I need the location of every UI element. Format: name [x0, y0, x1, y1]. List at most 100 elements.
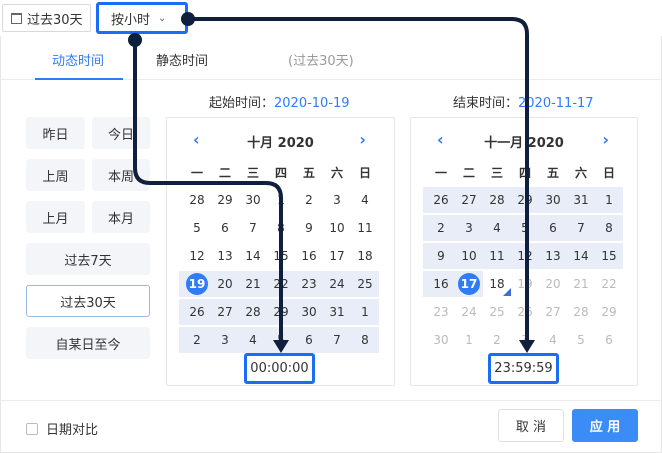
calendar-day[interactable]: 6 [295, 328, 323, 352]
calendar-day[interactable]: 27 [455, 188, 483, 212]
calendar-day[interactable]: 2 [483, 328, 511, 352]
calendar-day[interactable]: 3 [455, 216, 483, 240]
tab-static-time[interactable]: 静态时间 [156, 50, 208, 69]
calendar-day[interactable]: 19 [511, 272, 539, 296]
end-time-field[interactable]: 23:59:59 [488, 353, 559, 384]
calendar-day[interactable]: 28 [483, 188, 511, 212]
calendar-day[interactable]: 3 [511, 328, 539, 352]
calendar-day[interactable]: 15 [267, 244, 295, 268]
calendar-day[interactable]: 3 [211, 328, 239, 352]
calendar-day[interactable]: 29 [267, 300, 295, 324]
calendar-day[interactable]: 1 [351, 300, 379, 324]
calendar-day[interactable]: 6 [595, 328, 623, 352]
calendar-day[interactable]: 31 [323, 300, 351, 324]
calendar-day[interactable]: 6 [539, 216, 567, 240]
calendar-day[interactable]: 4 [483, 216, 511, 240]
calendar-day[interactable]: 17 [455, 272, 483, 296]
calendar-day[interactable]: 14 [567, 244, 595, 268]
tab-dynamic-time[interactable]: 动态时间 [52, 50, 104, 69]
calendar-day[interactable]: 9 [427, 244, 455, 268]
next-month-icon[interactable]: › [602, 132, 609, 148]
calendar-day[interactable]: 23 [427, 300, 455, 324]
calendar-day[interactable]: 4 [351, 188, 379, 212]
checkbox[interactable] [26, 422, 38, 435]
calendar-day[interactable]: 13 [539, 244, 567, 268]
calendar-day[interactable]: 29 [211, 188, 239, 212]
calendar-day[interactable]: 30 [539, 188, 567, 212]
calendar-day[interactable]: 18 [351, 244, 379, 268]
quick-today-button[interactable]: 今日 [92, 117, 150, 149]
calendar-day[interactable]: 3 [323, 188, 351, 212]
quick-yesterday-button[interactable]: 昨日 [26, 117, 85, 149]
calendar-day[interactable]: 5 [511, 216, 539, 240]
calendar-day[interactable]: 22 [595, 272, 623, 296]
calendar-day[interactable]: 28 [567, 300, 595, 324]
calendar-day[interactable]: 30 [295, 300, 323, 324]
quick-this-month-button[interactable]: 本月 [92, 201, 150, 233]
calendar-day[interactable]: 29 [511, 188, 539, 212]
calendar-day[interactable]: 6 [211, 216, 239, 240]
calendar-day[interactable]: 11 [351, 216, 379, 240]
calendar-day[interactable]: 5 [567, 328, 595, 352]
calendar-day[interactable]: 15 [595, 244, 623, 268]
quick-last-week-button[interactable]: 上周 [26, 159, 85, 191]
calendar-day[interactable]: 20 [211, 272, 239, 296]
calendar-day[interactable]: 9 [295, 216, 323, 240]
quick-past-30-days-button[interactable]: 过去30天 [26, 285, 150, 317]
calendar-day[interactable]: 10 [323, 216, 351, 240]
calendar-day[interactable]: 1 [455, 328, 483, 352]
calendar-day[interactable]: 1 [267, 188, 295, 212]
cancel-button[interactable]: 取 消 [498, 409, 564, 442]
calendar-day[interactable]: 14 [239, 244, 267, 268]
quick-since-date-button[interactable]: 自某日至今 [26, 327, 150, 359]
calendar-day[interactable]: 11 [483, 244, 511, 268]
calendar-day[interactable]: 20 [539, 272, 567, 296]
calendar-day[interactable]: 7 [323, 328, 351, 352]
calendar-day[interactable]: 2 [427, 216, 455, 240]
calendar-day[interactable]: 22 [267, 272, 295, 296]
date-range-button[interactable]: 过去30天 [2, 4, 91, 32]
calendar-day[interactable]: 12 [183, 244, 211, 268]
next-month-icon[interactable]: › [359, 132, 366, 148]
start-time-field[interactable]: 00:00:00 [244, 353, 315, 384]
granularity-dropdown[interactable]: 按小时 ⌄ [96, 2, 188, 34]
calendar-day[interactable]: 28 [183, 188, 211, 212]
calendar-day[interactable]: 31 [567, 188, 595, 212]
calendar-day[interactable]: 30 [427, 328, 455, 352]
calendar-day[interactable]: 4 [239, 328, 267, 352]
calendar-day[interactable]: 4 [539, 328, 567, 352]
calendar-day[interactable]: 17 [323, 244, 351, 268]
calendar-day[interactable]: 30 [239, 188, 267, 212]
calendar-day[interactable]: 5 [183, 216, 211, 240]
calendar-day[interactable]: 16 [427, 272, 455, 296]
apply-button[interactable]: 应 用 [572, 409, 638, 442]
quick-last-month-button[interactable]: 上月 [26, 201, 85, 233]
calendar-day[interactable]: 26 [427, 188, 455, 212]
calendar-day[interactable]: 16 [295, 244, 323, 268]
calendar-day[interactable]: 25 [351, 272, 379, 296]
calendar-day[interactable]: 19 [183, 272, 211, 296]
calendar-day[interactable]: 7 [567, 216, 595, 240]
calendar-day[interactable]: 29 [595, 300, 623, 324]
calendar-day[interactable]: 8 [267, 216, 295, 240]
calendar-day[interactable]: 28 [239, 300, 267, 324]
calendar-day[interactable]: 5 [267, 328, 295, 352]
calendar-day[interactable]: 21 [239, 272, 267, 296]
calendar-day[interactable]: 26 [183, 300, 211, 324]
date-compare-toggle[interactable]: 日期对比 [26, 419, 98, 438]
calendar-day[interactable]: 7 [239, 216, 267, 240]
calendar-day[interactable]: 13 [211, 244, 239, 268]
calendar-day[interactable]: 10 [455, 244, 483, 268]
calendar-day[interactable]: 21 [567, 272, 595, 296]
calendar-day[interactable]: 23 [295, 272, 323, 296]
calendar-day[interactable]: 24 [455, 300, 483, 324]
calendar-day[interactable]: 24 [323, 272, 351, 296]
calendar-day[interactable]: 2 [295, 188, 323, 212]
calendar-day[interactable]: 25 [483, 300, 511, 324]
calendar-day[interactable]: 8 [595, 216, 623, 240]
quick-past-7-days-button[interactable]: 过去7天 [26, 243, 150, 275]
calendar-day[interactable]: 27 [539, 300, 567, 324]
calendar-day[interactable]: 12 [511, 244, 539, 268]
calendar-day[interactable]: 26 [511, 300, 539, 324]
quick-this-week-button[interactable]: 本周 [92, 159, 150, 191]
